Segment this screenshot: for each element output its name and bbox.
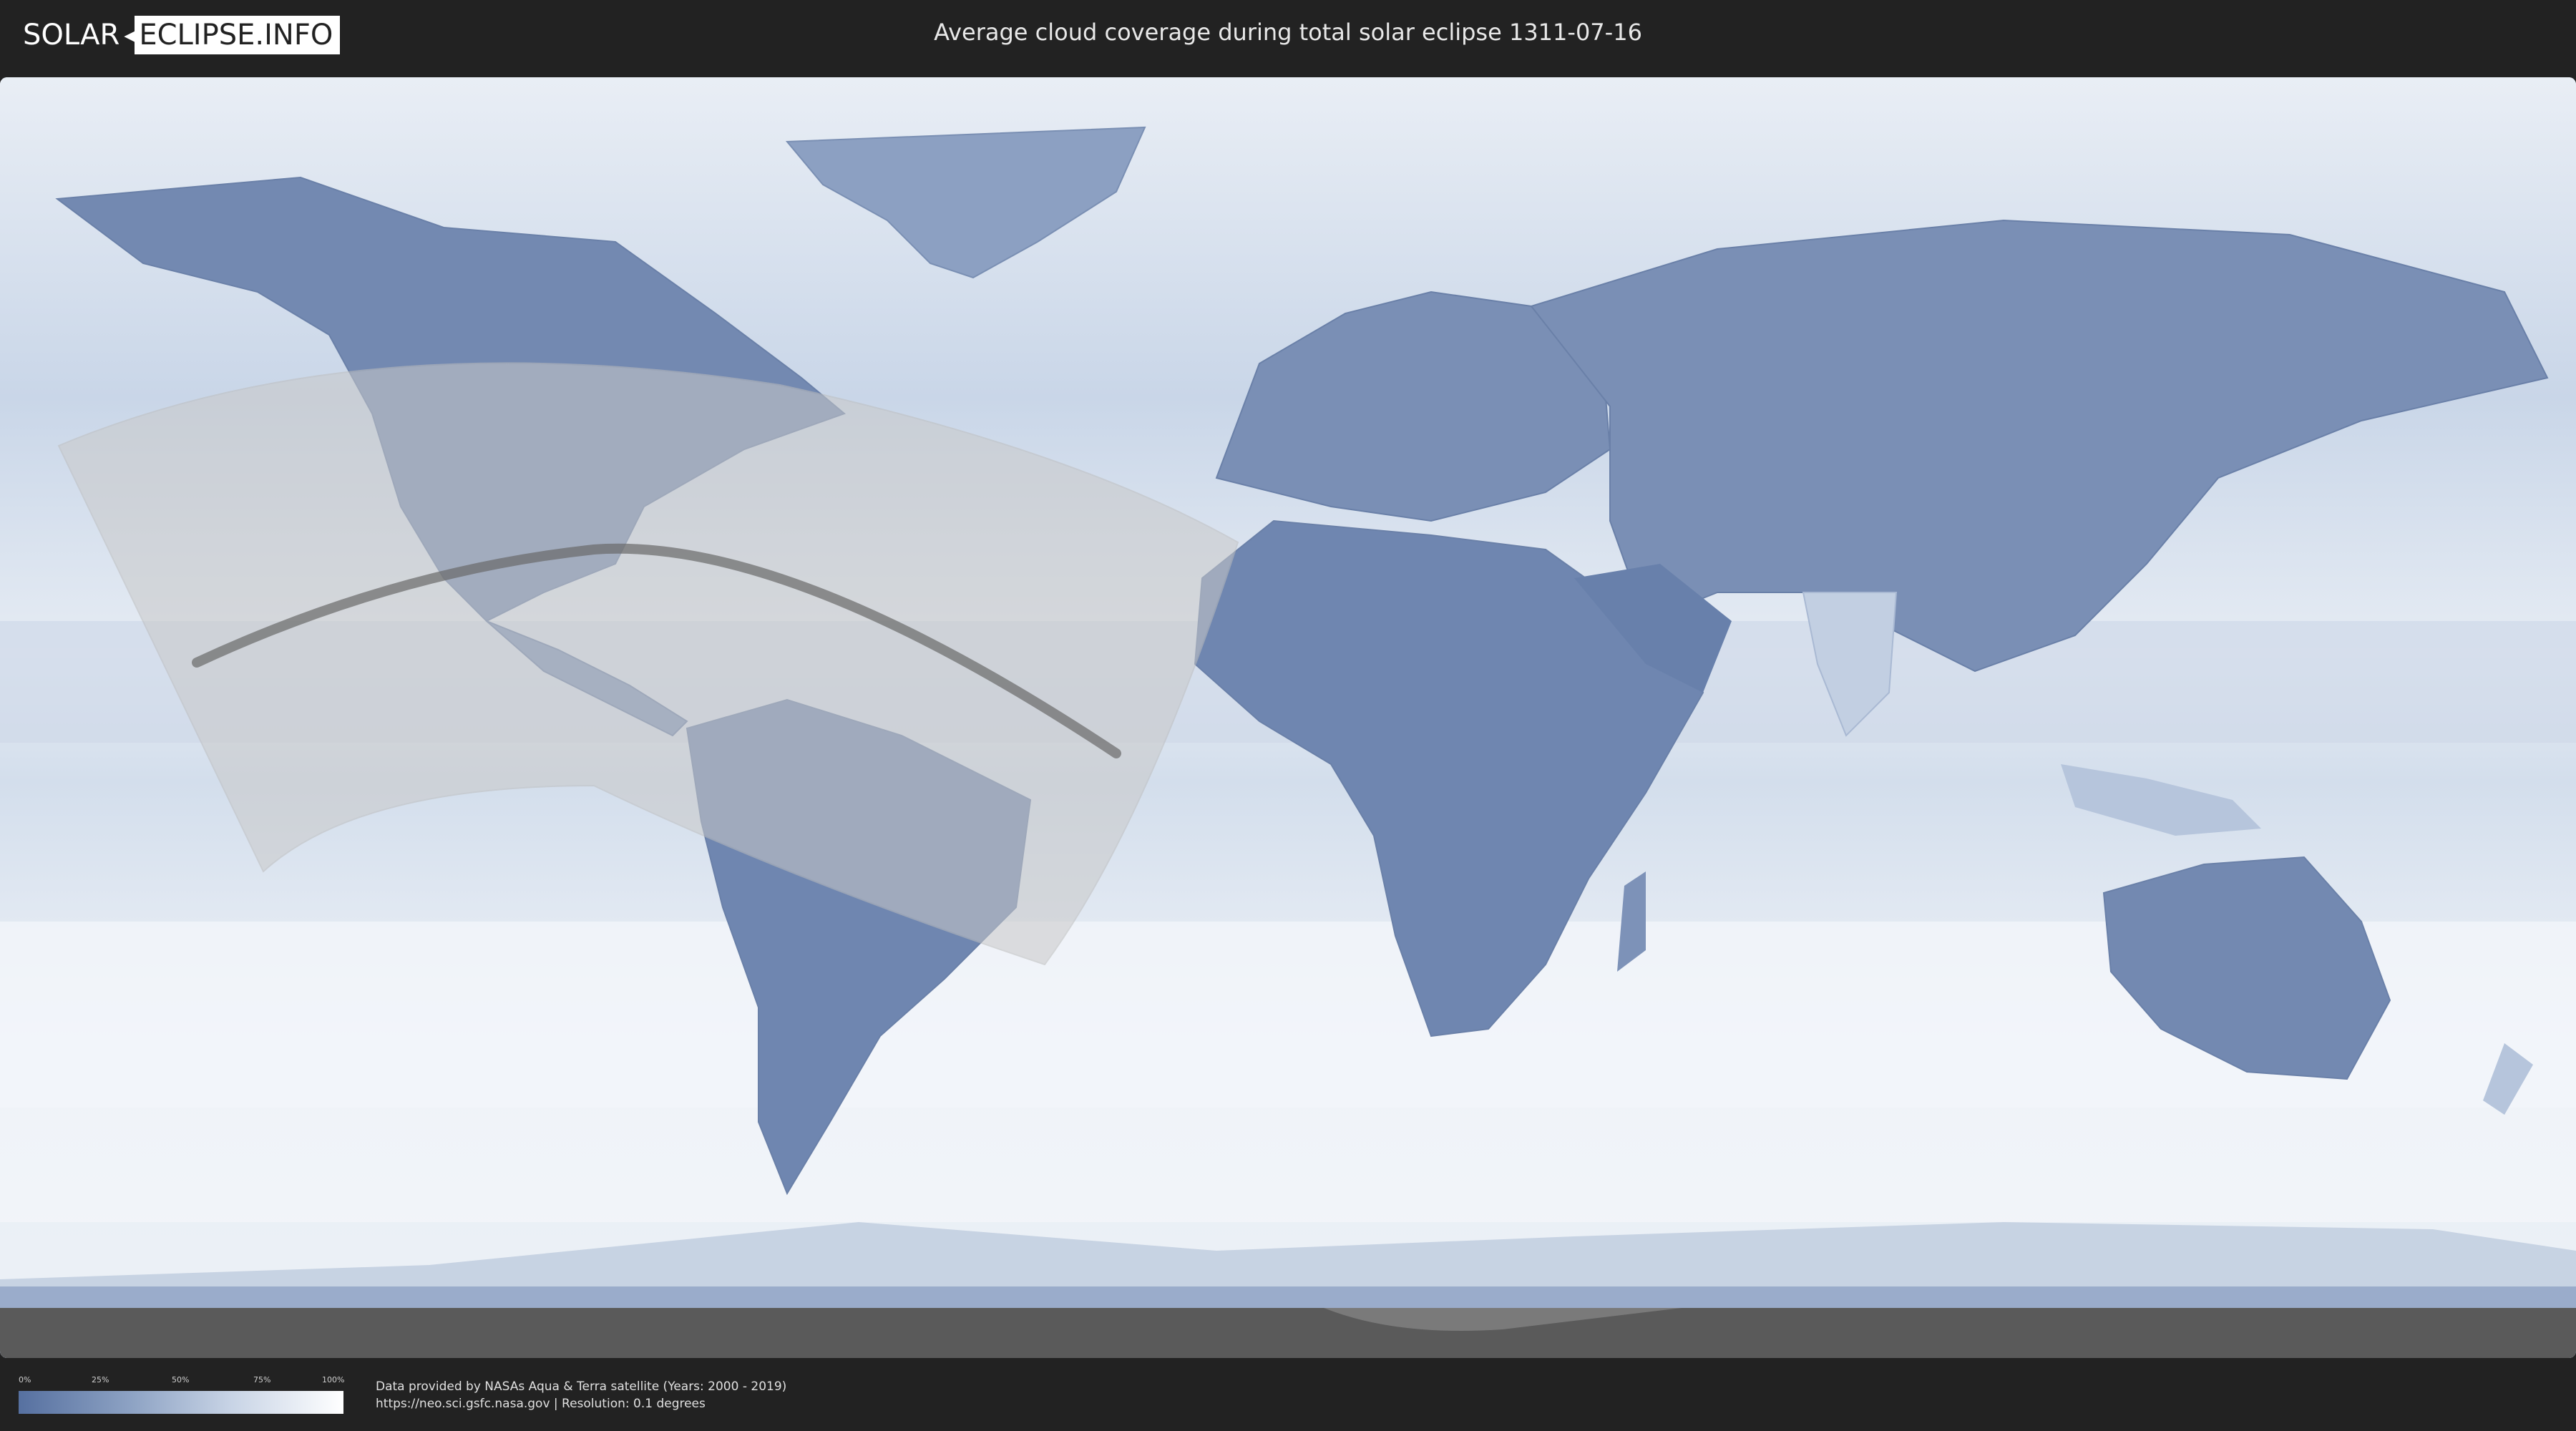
world-map-svg: [0, 77, 2576, 1358]
data-credit: Data provided by NASAs Aqua & Terra sate…: [376, 1379, 787, 1394]
header-bar: SOLAR ◂ ECLIPSE.INFO Average cloud cover…: [0, 0, 2576, 72]
legend-tick-75: 75%: [253, 1375, 271, 1384]
legend-tick-0: 0%: [19, 1375, 31, 1384]
cloud-coverage-map[interactable]: [0, 77, 2576, 1358]
footer-bar: [0, 1359, 2576, 1431]
page-title: Average cloud coverage during total sola…: [934, 19, 1642, 46]
cloud-coverage-legend-bar: [19, 1391, 343, 1414]
legend-tick-100: 100%: [322, 1375, 345, 1384]
legend-tick-25: 25%: [92, 1375, 109, 1384]
legend-tick-50: 50%: [172, 1375, 190, 1384]
antarctica-cloud-overlay: [0, 1222, 2576, 1286]
data-source-link[interactable]: https://neo.sci.gsfc.nasa.gov | Resoluti…: [376, 1397, 706, 1411]
polar-night-area: [0, 1308, 2576, 1358]
